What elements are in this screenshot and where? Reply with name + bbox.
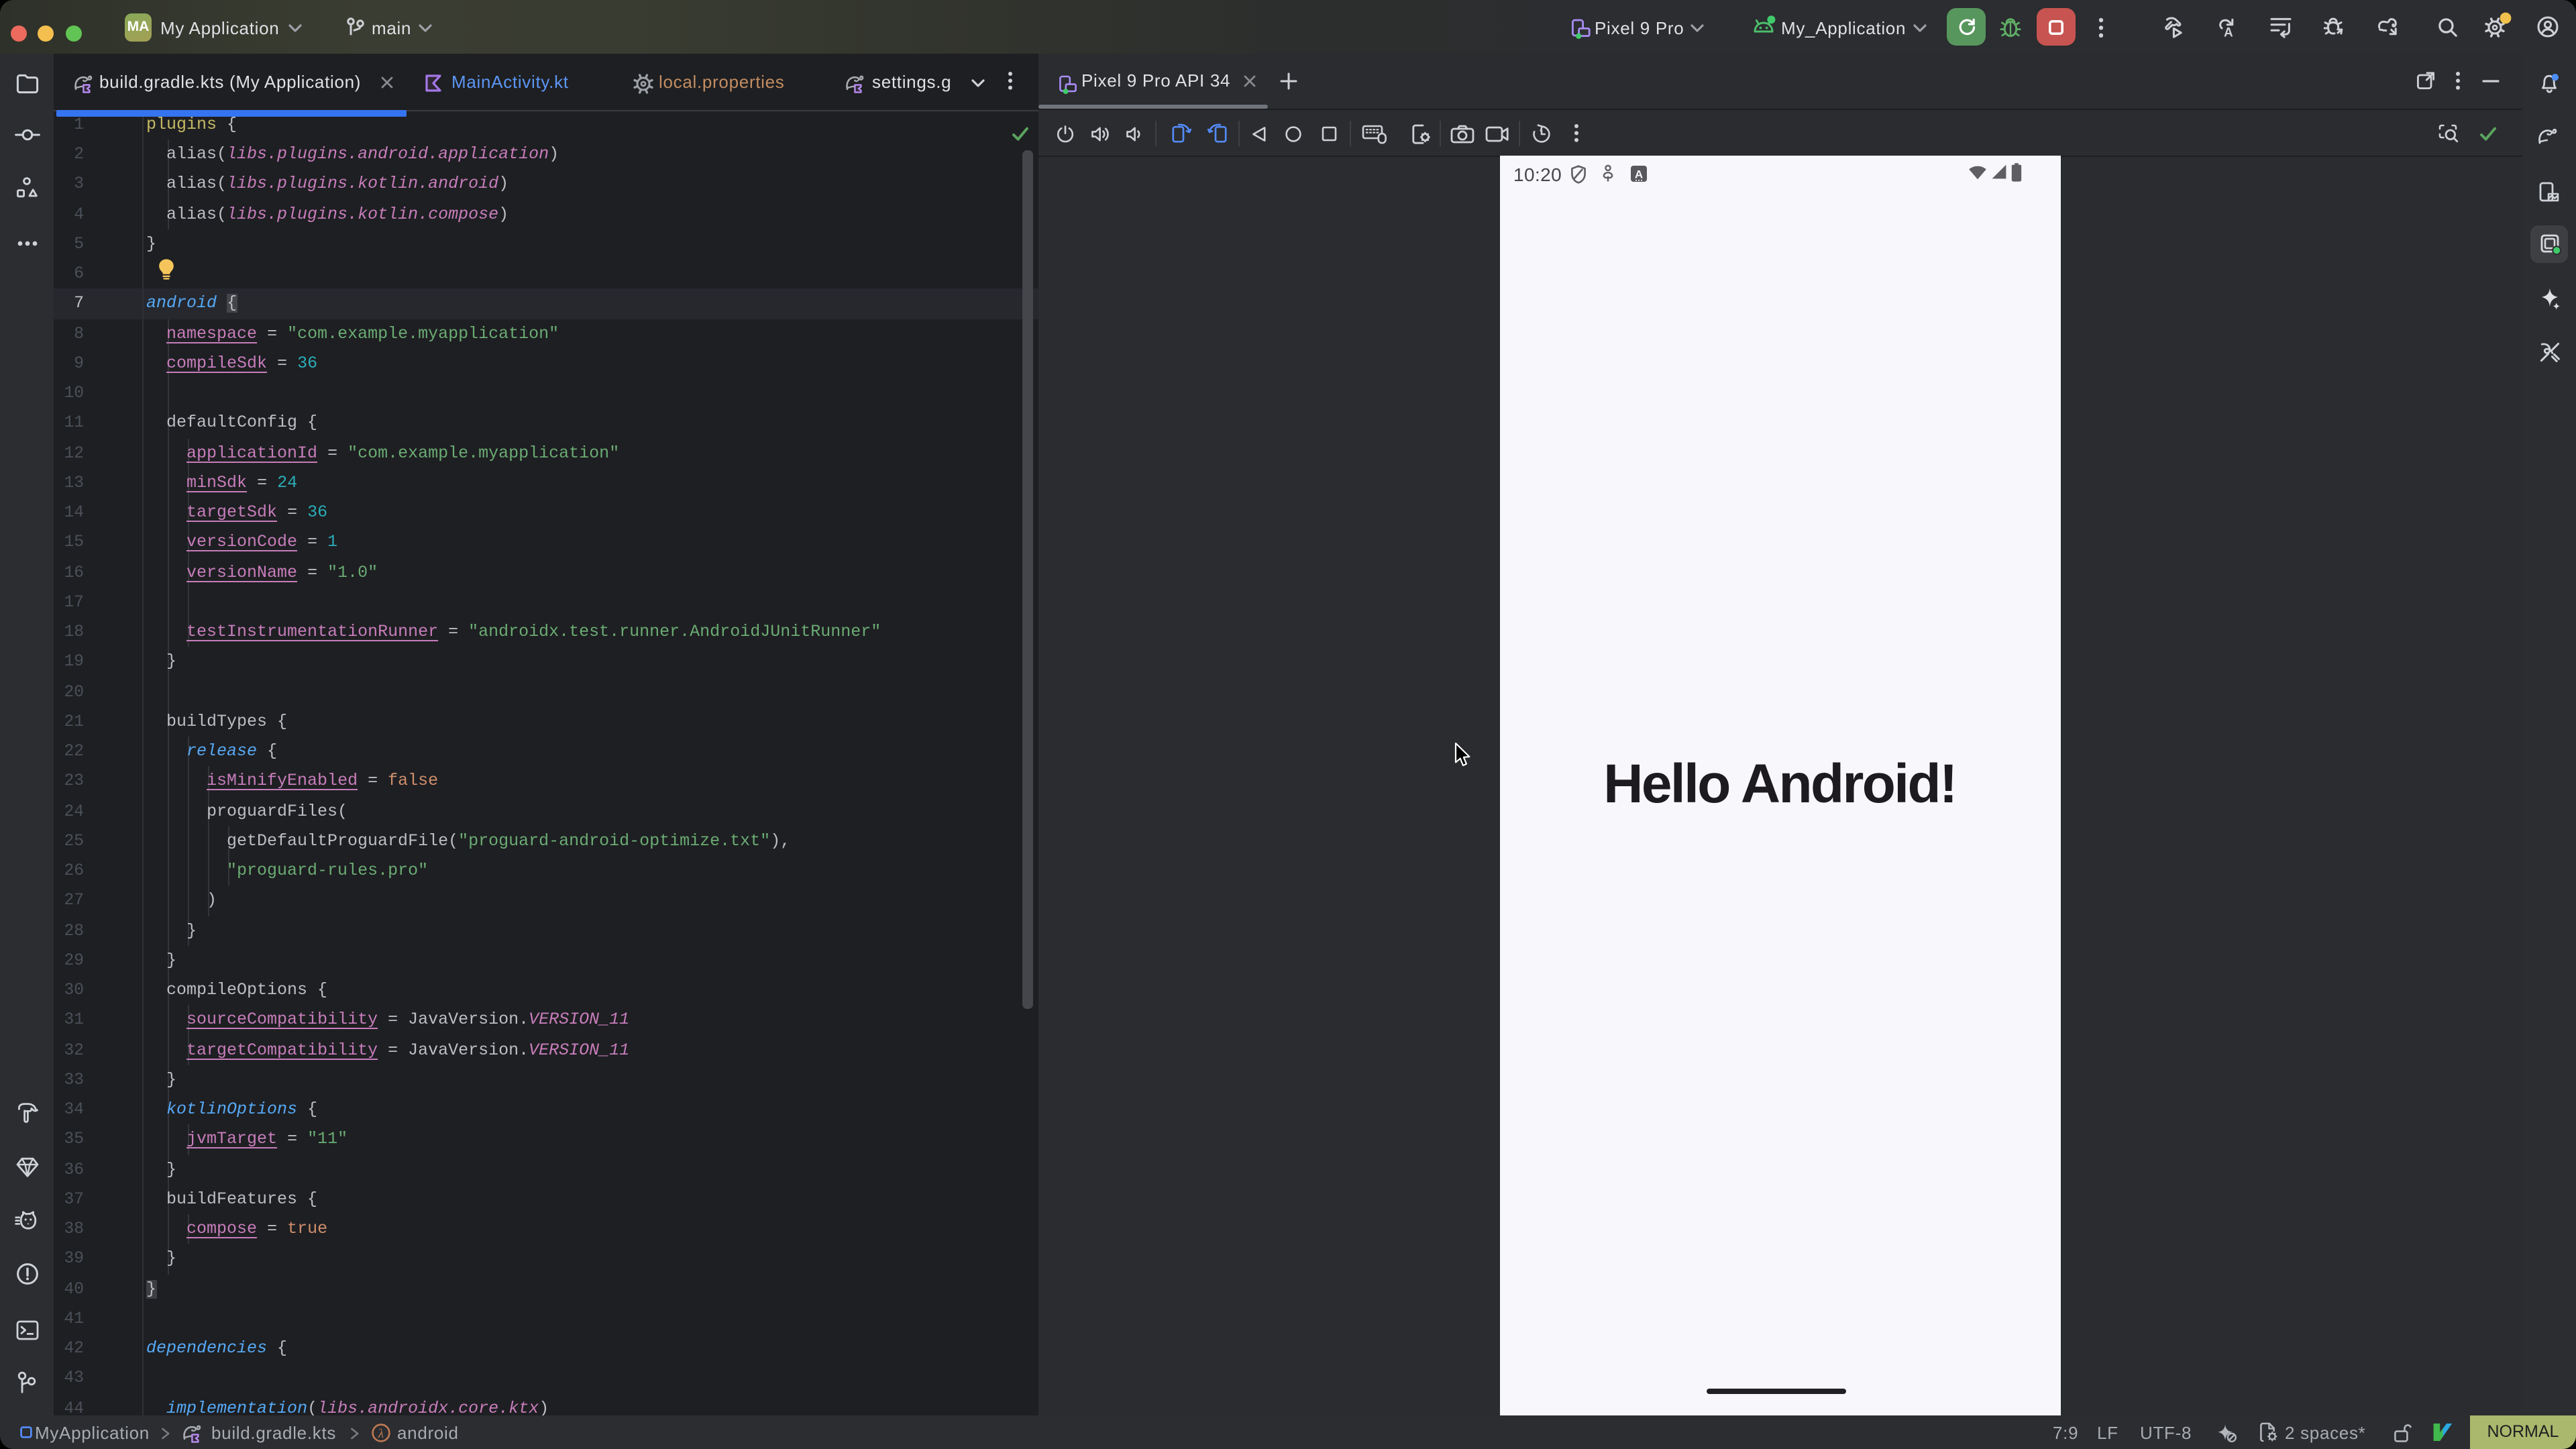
svg-text:A: A [2224, 25, 2233, 40]
svg-text:λ: λ [377, 1426, 383, 1440]
svg-text:A: A [1634, 168, 1642, 180]
